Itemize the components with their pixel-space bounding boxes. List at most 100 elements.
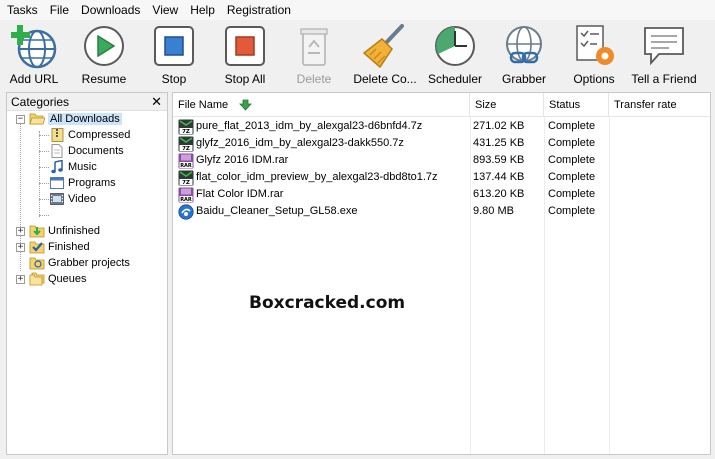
executable-icon <box>178 204 194 220</box>
file-name-cell: glyfz_2016_idm_by_alexgal23-dakk550.7z <box>196 137 404 149</box>
column-status[interactable]: Status <box>544 93 609 117</box>
file-list: File Name Size Status Transfer rate 7Z pu… <box>172 92 711 455</box>
menu-help[interactable]: Help <box>184 0 221 20</box>
menu-bar: Tasks File Downloads View Help Registrat… <box>0 0 715 20</box>
categories-header: Categories ✕ <box>7 93 167 111</box>
delete-button[interactable]: Delete <box>292 20 336 90</box>
file-name-cell: Flat Color IDM.rar <box>196 188 284 200</box>
stop-all-button[interactable]: Stop All <box>222 20 268 90</box>
7z-archive-icon: 7Z <box>178 170 194 186</box>
stop-all-icon <box>225 26 265 66</box>
grabber-button[interactable]: Grabber <box>500 20 548 90</box>
menu-downloads[interactable]: Downloads <box>75 0 146 20</box>
table-row[interactable]: RAR Glyfz 2016 IDM.rar 893.59 KB Complete <box>173 152 710 169</box>
tree-item-programs[interactable]: Programs <box>49 175 116 191</box>
expand-toggle[interactable]: + <box>16 227 25 236</box>
file-name-cell: pure_flat_2013_idm_by_alexgal23-d6bnfd4.… <box>196 120 423 132</box>
tree-item-finished[interactable]: Finished <box>29 239 90 255</box>
file-status-cell: Complete <box>548 171 596 183</box>
resume-button[interactable]: Resume <box>80 20 128 90</box>
file-name-cell: Baidu_Cleaner_Setup_GL58.exe <box>196 205 358 217</box>
file-name-cell: Glyfz 2016 IDM.rar <box>196 154 289 166</box>
7z-archive-icon: 7Z <box>178 136 194 152</box>
file-status-cell: Complete <box>548 188 596 200</box>
sort-arrow-icon <box>239 99 252 111</box>
tree-guide <box>39 199 49 200</box>
scheduler-button[interactable]: Scheduler <box>428 20 482 90</box>
file-size-cell: 271.02 KB <box>473 120 525 132</box>
watermark-text: Boxcracked.com <box>249 293 406 313</box>
file-status-cell: Complete <box>548 205 596 217</box>
file-size-cell: 9.80 MB <box>473 205 514 217</box>
recycle-bin-icon <box>300 28 328 66</box>
tree-guide <box>39 135 49 136</box>
clock-icon <box>435 26 475 66</box>
file-status-cell: Complete <box>548 120 596 132</box>
column-size[interactable]: Size <box>470 93 544 117</box>
queue-folder-icon <box>29 272 45 286</box>
collapse-toggle[interactable]: − <box>16 115 25 124</box>
grabber-folder-icon <box>29 257 45 270</box>
expand-toggle[interactable]: + <box>16 275 25 284</box>
table-row[interactable]: RAR Flat Color IDM.rar 613.20 KB Complete <box>173 186 710 203</box>
document-icon <box>51 144 63 158</box>
speech-bubble-icon <box>644 27 684 66</box>
file-status-cell: Complete <box>548 154 596 166</box>
tree-guide <box>39 131 40 217</box>
checkmark-folder-icon <box>29 241 45 254</box>
tree-guide <box>39 215 49 216</box>
rar-archive-icon: RAR <box>178 153 194 169</box>
file-size-cell: 137.44 KB <box>473 171 525 183</box>
globe-link-icon <box>506 26 542 64</box>
tell-friend-button[interactable]: Tell a Friend <box>631 20 697 90</box>
add-url-button[interactable]: Add URL <box>8 20 60 90</box>
table-row[interactable]: 7Z glyfz_2016_idm_by_alexgal23-dakk550.7z… <box>173 135 710 152</box>
tree-item-all-downloads[interactable]: All Downloads <box>29 111 122 127</box>
tree-item-documents[interactable]: Documents <box>49 143 124 159</box>
menu-view[interactable]: View <box>146 0 184 20</box>
globe-add-icon <box>11 25 57 69</box>
archive-icon <box>51 128 64 142</box>
toolbar: Add URL Resume Stop Stop All Delete Dele… <box>0 20 715 90</box>
broom-icon <box>362 24 404 69</box>
options-gear-icon <box>576 25 614 65</box>
tree-guide <box>39 167 49 168</box>
column-file-name[interactable]: File Name <box>173 93 470 117</box>
expand-toggle[interactable]: + <box>16 243 25 252</box>
tree-item-video[interactable]: Video <box>49 191 96 207</box>
stop-icon <box>154 26 194 66</box>
menu-registration[interactable]: Registration <box>221 0 297 20</box>
film-icon <box>50 193 64 205</box>
menu-file[interactable]: File <box>44 0 75 20</box>
download-folder-icon <box>29 225 45 238</box>
options-button[interactable]: Options <box>570 20 618 90</box>
play-icon <box>84 26 124 66</box>
tree-item-music[interactable]: Music <box>49 159 97 175</box>
program-window-icon <box>50 177 64 189</box>
rar-archive-icon: RAR <box>178 187 194 203</box>
tree-item-compressed[interactable]: Compressed <box>49 127 130 143</box>
close-icon[interactable]: ✕ <box>151 93 162 111</box>
tree-item-grabber-projects[interactable]: Grabber projects <box>29 255 130 271</box>
file-name-cell: flat_color_idm_preview_by_alexgal23-dbd8… <box>196 171 438 183</box>
column-transfer-rate[interactable]: Transfer rate <box>609 93 710 117</box>
music-note-icon <box>51 160 63 174</box>
7z-archive-icon: 7Z <box>178 119 194 135</box>
open-folder-icon <box>29 113 45 125</box>
tree-guide <box>39 151 49 152</box>
table-row[interactable]: 7Z pure_flat_2013_idm_by_alexgal23-d6bnfd… <box>173 118 710 135</box>
tree-item-queues[interactable]: Queues <box>29 271 87 287</box>
file-status-cell: Complete <box>548 137 596 149</box>
delete-completed-button[interactable]: Delete Co... <box>352 20 418 90</box>
file-size-cell: 431.25 KB <box>473 137 525 149</box>
tree-guide <box>39 183 49 184</box>
file-size-cell: 893.59 KB <box>473 154 525 166</box>
table-row[interactable]: Baidu_Cleaner_Setup_GL58.exe 9.80 MB Compl… <box>173 203 710 220</box>
tree-item-unfinished[interactable]: Unfinished <box>29 223 100 239</box>
menu-tasks[interactable]: Tasks <box>0 0 44 20</box>
categories-title: Categories <box>11 95 70 109</box>
file-size-cell: 613.20 KB <box>473 188 525 200</box>
categories-panel: Categories ✕ − All Downloads Compressed … <box>6 92 168 455</box>
stop-button[interactable]: Stop <box>152 20 196 90</box>
table-row[interactable]: 7Z flat_color_idm_preview_by_alexgal23-db… <box>173 169 710 186</box>
